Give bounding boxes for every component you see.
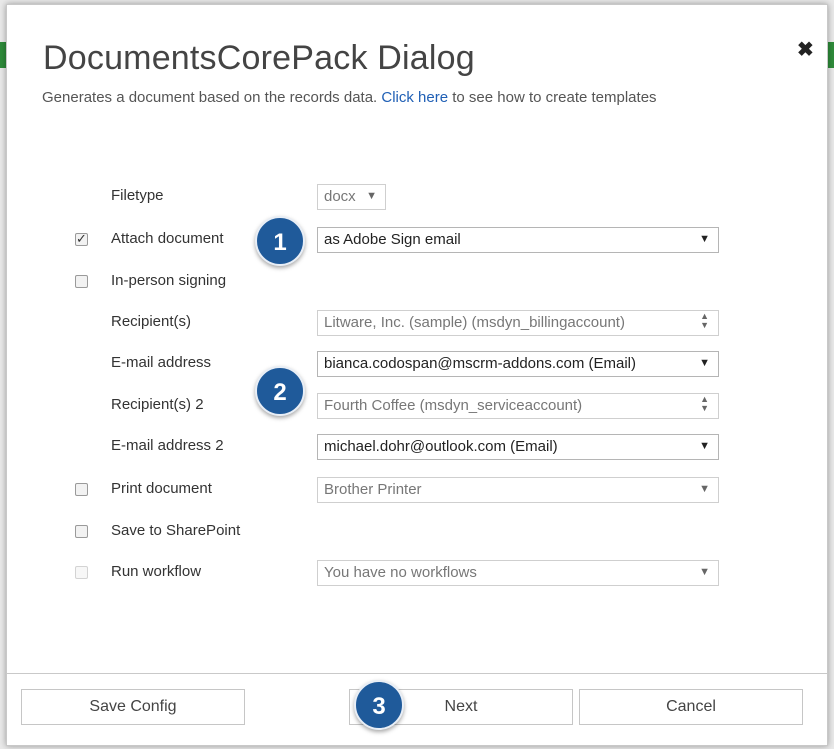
attach-document-label: Attach document [111, 230, 224, 247]
step-3-badge: 3 [354, 680, 404, 730]
printer-value: Brother Printer [324, 481, 422, 498]
recipients-2-label: Recipient(s) 2 [111, 396, 204, 413]
step-1-badge: 1 [255, 216, 305, 266]
dialog-subtitle: Generates a document based on the record… [42, 89, 657, 106]
run-workflow-label: Run workflow [111, 563, 202, 580]
in-person-signing-label: In-person signing [111, 272, 227, 289]
chevron-down-icon: ▼ [699, 233, 710, 245]
print-document-row: Print document Brother Printer ▼ [7, 477, 827, 505]
in-person-signing-checkbox[interactable] [75, 275, 88, 288]
templates-help-link[interactable]: Click here [381, 89, 448, 106]
email-address-2-row: E-mail address 2 michael.dohr@outlook.co… [7, 434, 827, 462]
email-address-label: E-mail address [111, 354, 212, 371]
subtitle-text-suffix: to see how to create templates [452, 89, 657, 106]
chevron-down-icon: ▼ [699, 357, 710, 369]
attach-document-value: as Adobe Sign email [324, 231, 461, 248]
recipients-row: Recipient(s) Litware, Inc. (sample) (msd… [7, 310, 827, 338]
chevron-down-icon: ▼ [699, 483, 710, 495]
recipients-2-select[interactable]: Fourth Coffee (msdyn_serviceaccount) ▲ ▼ [317, 393, 719, 419]
email-address-2-value: michael.dohr@outlook.com (Email) [324, 438, 558, 455]
up-down-arrows-icon: ▲ ▼ [700, 311, 709, 330]
run-workflow-checkbox[interactable] [75, 566, 88, 579]
in-person-signing-row: In-person signing [7, 269, 827, 297]
email-address-value: bianca.codospan@mscrm-addons.com (Email) [324, 355, 637, 372]
email-address-2-label: E-mail address 2 [111, 437, 224, 454]
footer-divider [7, 673, 827, 674]
recipients-select[interactable]: Litware, Inc. (sample) (msdyn_billingacc… [317, 310, 719, 336]
email-address-select[interactable]: bianca.codospan@mscrm-addons.com (Email)… [317, 351, 719, 377]
printer-select[interactable]: Brother Printer ▼ [317, 477, 719, 503]
recipients-value: Litware, Inc. (sample) (msdyn_billingacc… [324, 314, 625, 331]
run-workflow-row: Run workflow You have no workflows ▼ [7, 560, 827, 588]
step-2-badge: 2 [255, 366, 305, 416]
filetype-select[interactable]: docx ▼ [317, 184, 386, 210]
filetype-label: Filetype [111, 187, 164, 204]
documentscorepack-dialog: DocumentsCorePack Dialog ✖ Generates a d… [6, 4, 828, 746]
up-down-arrows-icon: ▲ ▼ [700, 394, 709, 413]
subtitle-text: Generates a document based on the record… [42, 89, 378, 106]
close-icon[interactable]: ✖ [797, 37, 814, 62]
filetype-row: Filetype docx ▼ [7, 184, 827, 212]
save-to-sharepoint-label: Save to SharePoint [111, 522, 241, 539]
print-document-checkbox[interactable] [75, 483, 88, 496]
save-to-sharepoint-checkbox[interactable] [75, 525, 88, 538]
recipients-2-row: Recipient(s) 2 Fourth Coffee (msdyn_serv… [7, 393, 827, 421]
cancel-button[interactable]: Cancel [579, 689, 803, 725]
email-address-row: E-mail address bianca.codospan@mscrm-add… [7, 351, 827, 379]
attach-document-select[interactable]: as Adobe Sign email ▼ [317, 227, 719, 253]
print-document-label: Print document [111, 480, 212, 497]
chevron-down-icon: ▼ [366, 190, 377, 202]
dialog-title: DocumentsCorePack Dialog [43, 39, 475, 77]
save-to-sharepoint-row: Save to SharePoint [7, 519, 827, 547]
filetype-value: docx [324, 188, 356, 205]
chevron-down-icon: ▼ [699, 566, 710, 578]
recipients-label: Recipient(s) [111, 313, 192, 330]
attach-document-row: Attach document as Adobe Sign email ▼ [7, 227, 827, 255]
email-address-2-select[interactable]: michael.dohr@outlook.com (Email) ▼ [317, 434, 719, 460]
workflow-select[interactable]: You have no workflows ▼ [317, 560, 719, 586]
chevron-down-icon: ▼ [699, 440, 710, 452]
attach-document-checkbox[interactable] [75, 231, 88, 247]
workflow-value: You have no workflows [324, 564, 477, 581]
save-config-button[interactable]: Save Config [21, 689, 245, 725]
recipients-2-value: Fourth Coffee (msdyn_serviceaccount) [324, 397, 583, 414]
